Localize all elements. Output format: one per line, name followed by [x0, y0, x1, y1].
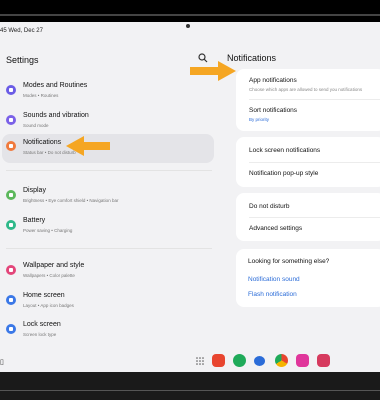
app-notifications-row[interactable]: App notifications Choose which apps are …	[249, 77, 362, 92]
settings-item-modes-routines[interactable]: Modes and Routines Modes • Routines	[0, 79, 212, 107]
row-subtitle: By priority	[249, 117, 270, 122]
settings-item-battery[interactable]: Battery Power saving • Charging	[0, 214, 212, 242]
item-title: Notifications	[23, 139, 62, 146]
item-subtitle: Wallpapers • Color palette	[23, 273, 75, 278]
advanced-settings-row[interactable]: Advanced settings	[249, 225, 302, 232]
chrome-icon[interactable]	[275, 354, 288, 367]
app-green-icon[interactable]	[233, 354, 246, 367]
divider	[6, 170, 212, 171]
home-icon	[6, 295, 16, 305]
lock-screen-notifications-row[interactable]: Lock screen notifications	[249, 147, 320, 154]
notification-popup-style-row[interactable]: Notification pop-up style	[249, 170, 318, 177]
screen: 45 Wed, Dec 27 Settings Modes and Routin…	[0, 22, 380, 372]
settings-item-sounds[interactable]: Sounds and vibration Sound mode	[0, 109, 212, 137]
palette-icon	[6, 265, 16, 275]
row-title: Lock screen notifications	[249, 147, 321, 154]
modes-icon	[6, 85, 16, 95]
bell-icon	[6, 141, 16, 151]
device-bezel-bottom	[0, 372, 380, 400]
card-dnd-advanced: Do not disturb Advanced settings	[236, 193, 380, 241]
divider	[6, 248, 212, 249]
item-title: Sounds and vibration	[23, 112, 89, 119]
app-grid-icon[interactable]	[196, 357, 204, 365]
display-icon	[6, 190, 16, 200]
settings-item-wallpaper[interactable]: Wallpaper and style Wallpapers • Color p…	[0, 259, 212, 287]
item-title: Lock screen	[23, 321, 61, 328]
device-bezel-top	[0, 0, 380, 22]
item-subtitle: Brightness • Eye comfort shield • Naviga…	[23, 198, 119, 203]
app-red-icon[interactable]	[212, 354, 225, 367]
pointer-arrow-icon	[190, 61, 236, 81]
row-subtitle: Choose which apps are allowed to send yo…	[249, 87, 363, 92]
camera-icon[interactable]	[317, 354, 330, 367]
messages-icon[interactable]	[254, 356, 265, 366]
settings-item-home-screen[interactable]: Home screen Layout • App icon badges	[0, 289, 212, 317]
separator	[249, 217, 380, 218]
sort-notifications-row[interactable]: Sort notifications By priority	[249, 107, 297, 122]
row-title: Notification pop-up style	[249, 170, 319, 177]
item-subtitle: Power saving • Charging	[23, 228, 73, 233]
looking-heading: Looking for something else?	[248, 258, 330, 265]
row-title: Advanced settings	[249, 225, 303, 232]
row-title: Do not disturb	[249, 203, 290, 210]
flower-icon[interactable]	[296, 354, 309, 367]
separator	[249, 162, 380, 163]
separator	[249, 99, 380, 100]
settings-panel: Settings Modes and Routines Modes • Rout…	[0, 22, 218, 372]
notifications-panel: Notifications App notifications Choose w…	[220, 22, 380, 372]
notification-sound-link[interactable]: Notification sound	[248, 276, 300, 283]
settings-item-display[interactable]: Display Brightness • Eye comfort shield …	[0, 184, 212, 212]
item-subtitle: Screen lock type	[23, 332, 57, 337]
item-title: Wallpaper and style	[23, 262, 85, 269]
front-camera	[186, 24, 190, 28]
item-title: Display	[23, 187, 46, 194]
pointer-arrow-icon	[66, 136, 110, 156]
row-title: App notifications	[249, 77, 297, 84]
battery-icon	[6, 220, 16, 230]
item-title: Battery	[23, 217, 46, 224]
lock-icon	[6, 324, 16, 334]
sound-icon	[6, 115, 16, 125]
item-subtitle: Modes • Routines	[23, 93, 59, 98]
recent-apps-icon[interactable]: ▯	[0, 358, 4, 366]
card-lock-popup: Lock screen notifications Notification p…	[236, 137, 380, 187]
item-subtitle: Layout • App icon badges	[23, 303, 74, 308]
item-title: Home screen	[23, 292, 65, 299]
page-title: Settings	[6, 55, 39, 65]
row-title: Sort notifications	[249, 107, 298, 114]
item-title: Modes and Routines	[23, 82, 88, 89]
card-app-notifications: App notifications Choose which apps are …	[236, 69, 380, 131]
do-not-disturb-row[interactable]: Do not disturb	[249, 203, 289, 210]
settings-item-lock-screen[interactable]: Lock screen Screen lock type	[0, 318, 212, 346]
flash-notification-link[interactable]: Flash notification	[248, 291, 297, 298]
item-subtitle: Sound mode	[23, 123, 49, 128]
